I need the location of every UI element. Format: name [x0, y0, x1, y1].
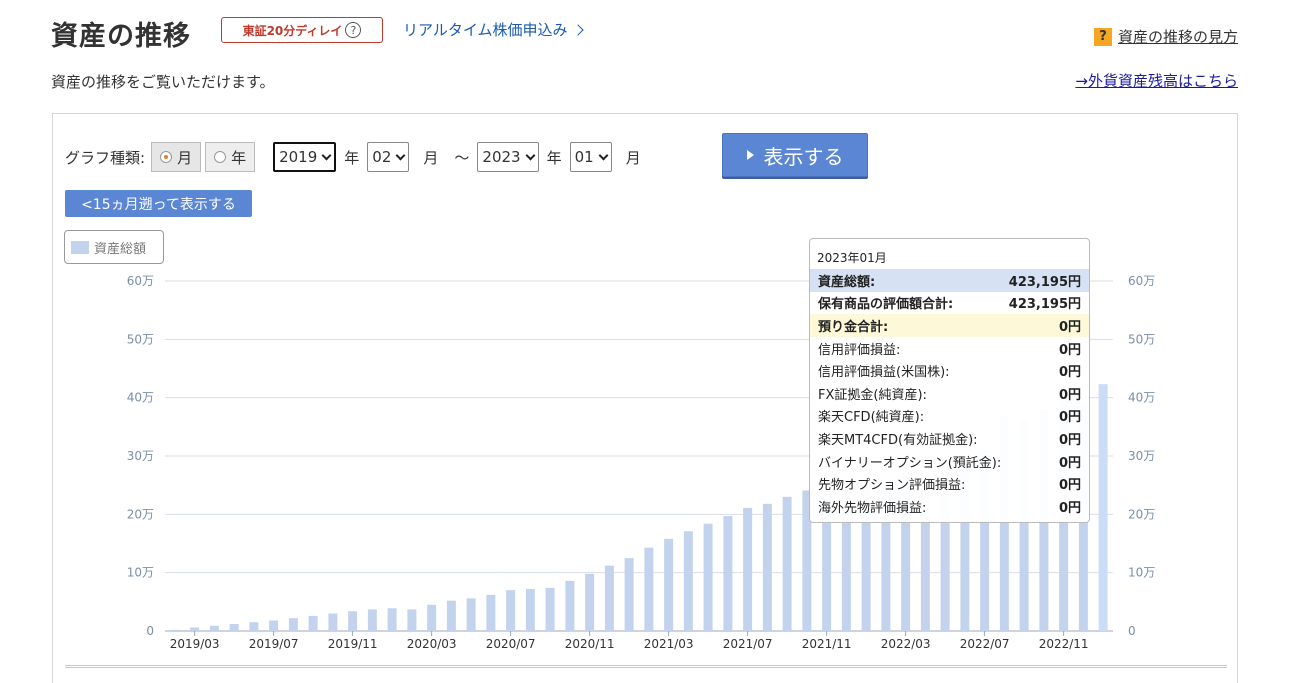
tooltip-row-value: 0円 [1058, 410, 1081, 426]
chart-tooltip: 2023年01月 資産総額: 423,195円 保有商品の評価額合計: 423,195… [809, 238, 1090, 523]
bar [367, 609, 377, 631]
tooltip-row-value: 0円 [1058, 432, 1081, 448]
tooltip-row-value: 423,195円 [1008, 297, 1081, 313]
bar [1098, 384, 1108, 631]
bar [209, 625, 219, 631]
tooltip-row-value: 0円 [1058, 319, 1081, 335]
bar [664, 538, 674, 631]
y-tick-label-left: 20万 [127, 507, 154, 521]
bar [585, 573, 595, 631]
bar [170, 629, 180, 631]
bar [466, 598, 476, 631]
y-tick-label-left: 60万 [127, 274, 154, 288]
y-tick-label-left: 10万 [127, 566, 154, 580]
bar [604, 565, 614, 631]
y-tick-label-right: 0 [1128, 624, 1136, 638]
tooltip-row: バイナリーオプション(預託金): 0円 [810, 450, 1089, 473]
tooltip-row: 楽天CFD(純資産): 0円 [810, 405, 1089, 428]
tooltip-row-label: FX証拠金(純資産): [818, 387, 927, 403]
bar [407, 609, 417, 631]
tooltip-row: 楽天MT4CFD(有効証拠金): 0円 [810, 427, 1089, 450]
bar [545, 587, 555, 631]
y-tick-label-left: 0 [146, 624, 154, 638]
tooltip-row-value: 0円 [1058, 387, 1081, 403]
tooltip-row: 保有商品の評価額合計: 423,195円 [810, 292, 1089, 315]
x-tick-label: 2020/11 [565, 637, 615, 651]
bar [565, 580, 575, 631]
tooltip-date: 2023年01月 [817, 251, 887, 265]
bar [348, 611, 358, 631]
x-tick-label: 2022/07 [960, 637, 1010, 651]
bar [743, 507, 753, 631]
tooltip-row-label: バイナリーオプション(預託金): [818, 455, 1002, 471]
y-tick-label-right: 60万 [1128, 274, 1155, 288]
tooltip-row-label: 楽天CFD(純資産): [818, 410, 925, 426]
x-tick-label: 2021/03 [644, 637, 694, 651]
bar [446, 600, 456, 631]
x-tick-label: 2022/03 [881, 637, 931, 651]
bar [762, 503, 772, 631]
bar [782, 496, 792, 631]
bar [644, 547, 654, 631]
bar [288, 618, 298, 631]
bar [703, 523, 713, 631]
y-tick-label-left: 40万 [127, 391, 154, 405]
tooltip-row-label: 預り金合計: [818, 319, 889, 335]
tooltip-row: 資産総額: 423,195円 [810, 269, 1089, 292]
x-tick-label: 2020/07 [486, 637, 536, 651]
tooltip-row: 先物オプション評価損益: 0円 [810, 472, 1089, 495]
tooltip-row-label: 信用評価損益: [818, 342, 901, 358]
bar [308, 615, 318, 631]
y-tick-label-right: 20万 [1128, 507, 1155, 521]
x-tick-label: 2020/03 [407, 637, 457, 651]
x-tick-label: 2019/11 [328, 637, 378, 651]
tooltip-row-label: 信用評価損益(米国株): [818, 365, 950, 381]
x-tick-label: 2019/03 [170, 637, 220, 651]
tooltip-row-label: 先物オプション評価損益: [818, 478, 966, 494]
bar [624, 558, 634, 631]
x-tick-label: 2022/11 [1039, 637, 1089, 651]
bar [427, 604, 437, 631]
y-tick-label-right: 40万 [1128, 391, 1155, 405]
chart-navigator-border [65, 665, 1227, 668]
tooltip-row: 海外先物評価損益: 0円 [810, 495, 1089, 518]
bar [387, 608, 397, 631]
tooltip-row-label: 海外先物評価損益: [818, 500, 927, 516]
tooltip-row-value: 423,195円 [1008, 274, 1081, 290]
bar [486, 594, 496, 631]
bar [249, 622, 259, 631]
tooltip-row-label: 楽天MT4CFD(有効証拠金): [818, 432, 978, 448]
bar [525, 589, 535, 631]
bar [190, 627, 200, 631]
x-tick-label: 2021/11 [802, 637, 852, 651]
y-tick-label-left: 50万 [127, 332, 154, 346]
x-tick-label: 2021/07 [723, 637, 773, 651]
y-tick-label-right: 50万 [1128, 332, 1155, 346]
bar [229, 624, 239, 631]
tooltip-row-value: 0円 [1058, 455, 1081, 471]
bar [269, 620, 279, 631]
tooltip-row-value: 0円 [1058, 342, 1081, 358]
x-tick-label: 2019/07 [249, 637, 299, 651]
y-tick-label-left: 30万 [127, 449, 154, 463]
y-tick-label-right: 30万 [1128, 449, 1155, 463]
tooltip-row: 信用評価損益: 0円 [810, 337, 1089, 360]
bar [723, 516, 733, 631]
bar [328, 613, 338, 631]
y-tick-label-right: 10万 [1128, 566, 1155, 580]
bar [506, 590, 516, 631]
tooltip-row-value: 0円 [1058, 365, 1081, 381]
bar [683, 531, 693, 631]
tooltip-row-label: 保有商品の評価額合計: [818, 297, 954, 313]
tooltip-row-value: 0円 [1058, 500, 1081, 516]
tooltip-row: 預り金合計: 0円 [810, 314, 1089, 337]
tooltip-row: 信用評価損益(米国株): 0円 [810, 359, 1089, 382]
tooltip-row-label: 資産総額: [818, 274, 876, 290]
asset-bar-chart: 0 0 10万 10万 20万 20万 30万 30万 40万 40万 50万 50万 60万 60万 20… [127, 274, 1156, 651]
tooltip-row-value: 0円 [1058, 478, 1081, 494]
tooltip-row: FX証拠金(純資産): 0円 [810, 382, 1089, 405]
